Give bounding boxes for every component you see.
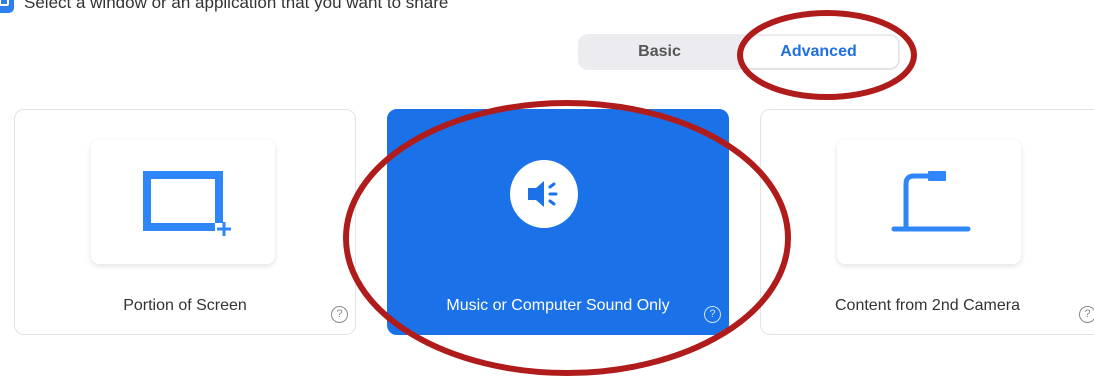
share-screen-icon bbox=[0, 0, 14, 13]
speaker-icon bbox=[528, 181, 558, 207]
tab-advanced[interactable]: Advanced bbox=[739, 36, 898, 68]
portion-of-screen-icon bbox=[143, 171, 231, 236]
help-icon[interactable]: ? bbox=[331, 306, 348, 323]
tab-basic[interactable]: Basic bbox=[580, 36, 739, 68]
help-icon[interactable]: ? bbox=[704, 306, 721, 323]
speaker-icon-badge bbox=[510, 160, 578, 228]
share-dialog-header: Select a window or an application that y… bbox=[0, 0, 448, 18]
document-camera-icon bbox=[891, 171, 971, 232]
portion-of-screen-tile bbox=[91, 140, 275, 264]
option-content-from-2nd-camera[interactable]: Content from 2nd Camera ? bbox=[760, 109, 1094, 335]
option-portion-of-screen[interactable]: Portion of Screen ? bbox=[14, 109, 356, 335]
option-label: Content from 2nd Camera bbox=[835, 297, 1020, 314]
basic-advanced-toggle: Basic Advanced bbox=[578, 34, 900, 70]
content-camera-tile bbox=[837, 140, 1021, 264]
help-icon[interactable]: ? bbox=[1079, 306, 1094, 323]
option-computer-sound-only[interactable]: Music or Computer Sound Only ? bbox=[387, 109, 729, 335]
option-label: Portion of Screen bbox=[123, 297, 247, 314]
header-title: Select a window or an application that y… bbox=[24, 0, 449, 12]
option-label: Music or Computer Sound Only bbox=[446, 297, 670, 314]
